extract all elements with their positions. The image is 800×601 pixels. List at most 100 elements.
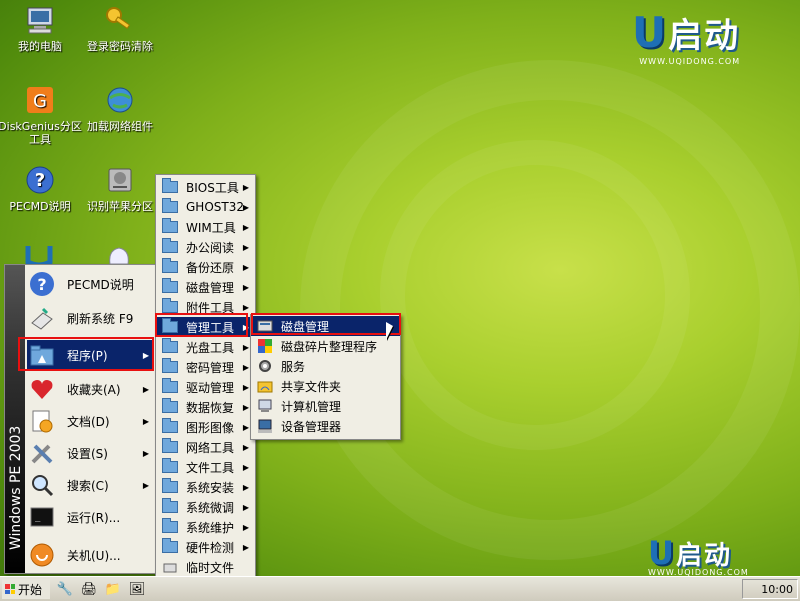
- start-item-favorites[interactable]: 收藏夹(A) ▶: [27, 374, 153, 404]
- programs-item[interactable]: BIOS工具 ▶: [156, 177, 255, 197]
- favorites-heart-icon: [27, 375, 57, 403]
- programs-item[interactable]: 临时文件: [156, 557, 255, 577]
- desktop-icon-partial[interactable]: [104, 244, 134, 266]
- uqidong-logo-bottom: U启动 WWW.UQIDONG.COM: [648, 534, 749, 577]
- submenu-arrow-icon: ▶: [242, 182, 249, 192]
- programs-item[interactable]: 系统维护 ▶: [156, 517, 255, 537]
- start-item-search[interactable]: 搜索(C) ▶: [27, 470, 153, 500]
- u-logo-icon: U: [648, 534, 674, 572]
- key-icon: [103, 4, 137, 36]
- logo-brand-text: 启动: [675, 541, 732, 571]
- help-icon: ?: [23, 164, 57, 196]
- admin-tools-item-label: 磁盘管理: [281, 319, 330, 334]
- start-item-label: 刷新系统 F9: [67, 311, 134, 326]
- programs-item[interactable]: 网络工具 ▶: [156, 437, 255, 457]
- programs-item[interactable]: 备份还原 ▶: [156, 257, 255, 277]
- svg-text:G: G: [33, 91, 47, 112]
- programs-item[interactable]: 数据恢复 ▶: [156, 397, 255, 417]
- svg-text:_: _: [35, 513, 41, 523]
- submenu-arrow-icon: ▶: [242, 402, 249, 412]
- submenu-arrow-icon: ▶: [242, 482, 249, 492]
- programs-item-label: 光盘工具: [186, 340, 235, 355]
- desktop-icon-apple-partition[interactable]: 识别苹果分区: [75, 164, 165, 213]
- folder-icon: [160, 378, 180, 395]
- programs-item[interactable]: 硬件检测 ▶: [156, 537, 255, 557]
- programs-item[interactable]: 驱动管理 ▶: [156, 377, 255, 397]
- logo-brand-text: 启动: [668, 16, 741, 56]
- computer-management-icon: [255, 398, 275, 414]
- computer-icon: [23, 4, 57, 36]
- programs-item[interactable]: 办公阅读 ▶: [156, 237, 255, 257]
- programs-item[interactable]: 磁盘管理 ▶: [156, 277, 255, 297]
- programs-item[interactable]: GHOST32 ▶: [156, 197, 255, 217]
- start-item-settings[interactable]: 设置(S) ▶: [27, 438, 153, 468]
- desktop-icon-label: 识别苹果分区: [87, 200, 153, 213]
- services-gear-icon: [255, 358, 275, 374]
- svg-text:?: ?: [37, 275, 46, 294]
- programs-item[interactable]: 图形图像 ▶: [156, 417, 255, 437]
- admin-tools-item-label: 设备管理器: [281, 419, 342, 434]
- svg-text:?: ?: [35, 170, 45, 191]
- desktop-icon-label: PECMD说明: [9, 200, 71, 213]
- programs-item-label: 磁盘管理: [186, 280, 235, 295]
- folder-icon: [160, 338, 180, 355]
- desktop-icon-partial[interactable]: [24, 244, 54, 268]
- start-item-label: 设置(S): [67, 446, 108, 461]
- wallpaper-swirl: [380, 140, 690, 450]
- programs-item[interactable]: 系统微调 ▶: [156, 497, 255, 517]
- programs-item[interactable]: 密码管理 ▶: [156, 357, 255, 377]
- desktop-icon-network[interactable]: 加载网络组件: [75, 84, 165, 133]
- start-item-label: 收藏夹(A): [67, 382, 121, 397]
- folder-icon: [160, 498, 180, 515]
- start-item-documents[interactable]: 文档(D) ▶: [27, 406, 153, 436]
- programs-item[interactable]: 附件工具 ▶: [156, 297, 255, 317]
- start-item-run[interactable]: _ 运行(R)...: [27, 502, 153, 532]
- desktop-icon-pecmd-help[interactable]: ? PECMD说明: [0, 164, 85, 213]
- start-item-programs[interactable]: 程序(P) ▶: [27, 340, 153, 370]
- folder-icon: [160, 318, 180, 335]
- programs-item[interactable]: WIM工具 ▶: [156, 217, 255, 237]
- programs-item[interactable]: 文件工具 ▶: [156, 457, 255, 477]
- defrag-icon: [255, 338, 275, 354]
- network-globe-icon: [103, 84, 137, 116]
- desktop-icon-password-clear[interactable]: 登录密码清除: [75, 4, 165, 53]
- submenu-arrow-icon: ▶: [242, 382, 249, 392]
- desktop-icon-label: 我的电脑: [18, 40, 62, 53]
- start-item-refresh[interactable]: 刷新系统 F9: [27, 303, 153, 333]
- admin-tools-item-label: 磁盘碎片整理程序: [281, 339, 378, 354]
- u-logo-icon: U: [632, 8, 667, 57]
- admin-tools-item[interactable]: 设备管理器: [251, 416, 400, 436]
- quicklaunch-folder-icon[interactable]: 📁: [104, 580, 122, 598]
- submenu-arrow-icon: ▶: [142, 416, 149, 426]
- programs-item-label: 临时文件: [186, 560, 235, 575]
- documents-icon: [27, 407, 57, 435]
- submenu-arrow-icon: ▶: [242, 362, 249, 372]
- programs-item-label: 硬件检测: [186, 540, 235, 555]
- desktop-icon-my-computer[interactable]: 我的电脑: [0, 4, 85, 53]
- submenu-arrow-icon: ▶: [242, 242, 249, 252]
- admin-tools-item[interactable]: 磁盘碎片整理程序: [251, 336, 400, 356]
- admin-tools-item[interactable]: 计算机管理: [251, 396, 400, 416]
- quicklaunch-icon-2[interactable]: 🖨: [80, 580, 98, 598]
- drive-icon: [103, 164, 137, 196]
- folder-icon: [160, 258, 180, 275]
- folder-icon: [160, 478, 180, 495]
- start-button[interactable]: 开始: [2, 579, 50, 599]
- folder-icon: [160, 538, 180, 555]
- programs-item[interactable]: 管理工具 ▶: [156, 317, 255, 337]
- desktop-icon-diskgenius[interactable]: G DiskGenius分区工具: [0, 84, 85, 146]
- search-magnifier-icon: [27, 471, 57, 499]
- admin-tools-submenu: 磁盘管理磁盘碎片整理程序服务 共享文件夹 计算机管理设备管理器: [250, 314, 401, 440]
- start-item-pecmd-help[interactable]: ? PECMD说明: [27, 269, 153, 299]
- quicklaunch-icon-1[interactable]: 🔧: [56, 580, 74, 598]
- admin-tools-item[interactable]: 共享文件夹: [251, 376, 400, 396]
- folder-icon: [160, 238, 180, 255]
- folder-icon: [160, 218, 180, 235]
- admin-tools-item[interactable]: 磁盘管理: [251, 316, 400, 336]
- programs-item[interactable]: 光盘工具 ▶: [156, 337, 255, 357]
- help-icon: ?: [27, 270, 57, 298]
- programs-item[interactable]: 系统安装 ▶: [156, 477, 255, 497]
- quicklaunch-icon-4[interactable]: 🖼: [128, 580, 146, 598]
- start-item-shutdown[interactable]: 关机(U)...: [27, 540, 153, 570]
- admin-tools-item[interactable]: 服务: [251, 356, 400, 376]
